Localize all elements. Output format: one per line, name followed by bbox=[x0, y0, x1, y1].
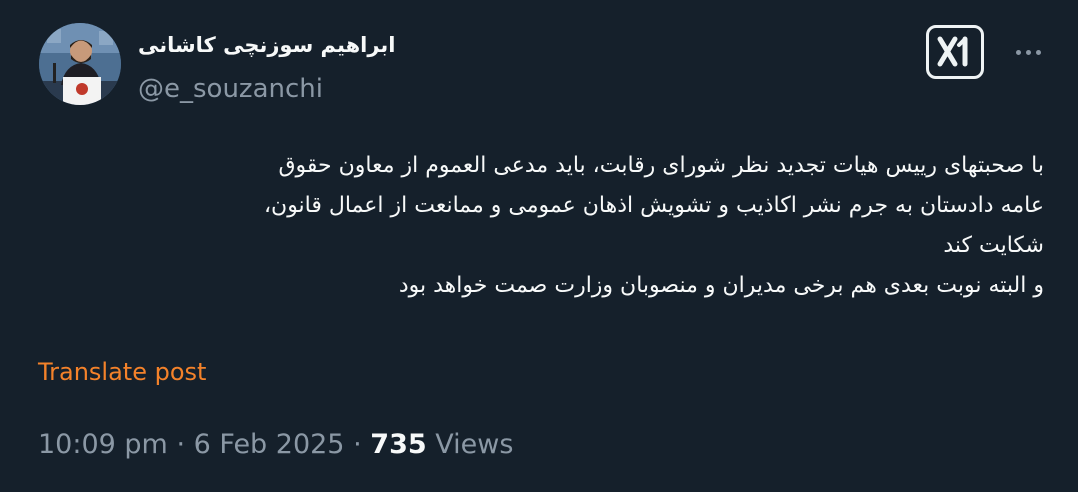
post: ابراهیم سوزنچی کاشانی @e_souzanchi با صح… bbox=[0, 0, 1078, 492]
meta-separator: · bbox=[176, 429, 186, 460]
avatar-image bbox=[39, 23, 121, 105]
views-count: 735 bbox=[370, 429, 427, 460]
author-handle[interactable]: @e_souzanchi bbox=[138, 72, 323, 106]
grok-logo-icon bbox=[937, 36, 968, 67]
views-label: Views bbox=[435, 429, 514, 460]
post-text-line: و البته نوبت بعدی هم برخی مدیران و منصوب… bbox=[398, 273, 1044, 298]
post-time[interactable]: 10:09 pm bbox=[38, 429, 168, 460]
post-meta: 10:09 pm · 6 Feb 2025 · 735 Views bbox=[38, 427, 513, 463]
post-text-line: با صحبتهای رییس هیات تجدید نظر شورای رقا… bbox=[278, 153, 1044, 178]
meta-separator: · bbox=[353, 429, 362, 460]
more-horizontal-icon-dot bbox=[1036, 50, 1041, 55]
post-text-line: عامه دادستان به جرم نشر اکاذیب و تشویش ا… bbox=[263, 193, 1044, 218]
avatar[interactable] bbox=[39, 23, 121, 105]
post-text-line: شکایت کند bbox=[943, 233, 1044, 258]
more-options-button[interactable] bbox=[1004, 36, 1052, 68]
grok-button[interactable] bbox=[926, 25, 984, 79]
author-display-name-text: ابراهیم سوزنچی کاشانی bbox=[138, 33, 396, 57]
translate-post-link[interactable]: Translate post bbox=[38, 356, 206, 388]
post-text: با صحبتهای رییس هیات تجدید نظر شورای رقا… bbox=[30, 146, 1044, 306]
more-horizontal-icon-dot bbox=[1026, 50, 1031, 55]
post-date[interactable]: 6 Feb 2025 bbox=[194, 429, 345, 460]
author-display-name[interactable]: ابراهیم سوزنچی کاشانی bbox=[138, 30, 398, 60]
more-horizontal-icon bbox=[1016, 50, 1021, 55]
